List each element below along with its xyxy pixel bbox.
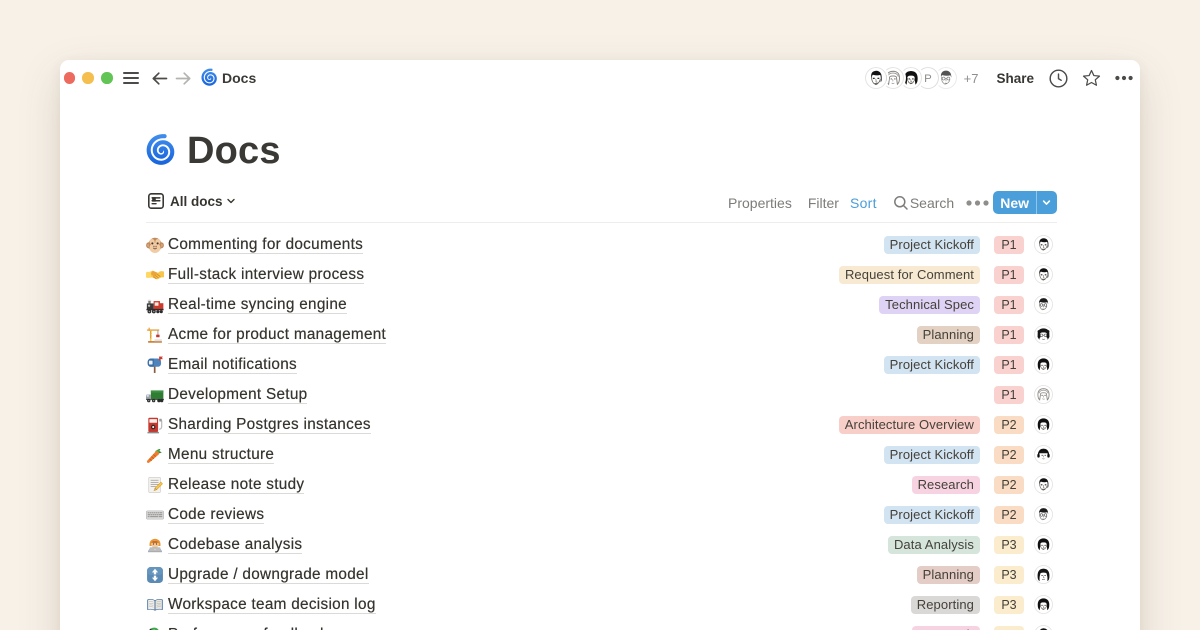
svg-text:P: P [924, 73, 932, 85]
